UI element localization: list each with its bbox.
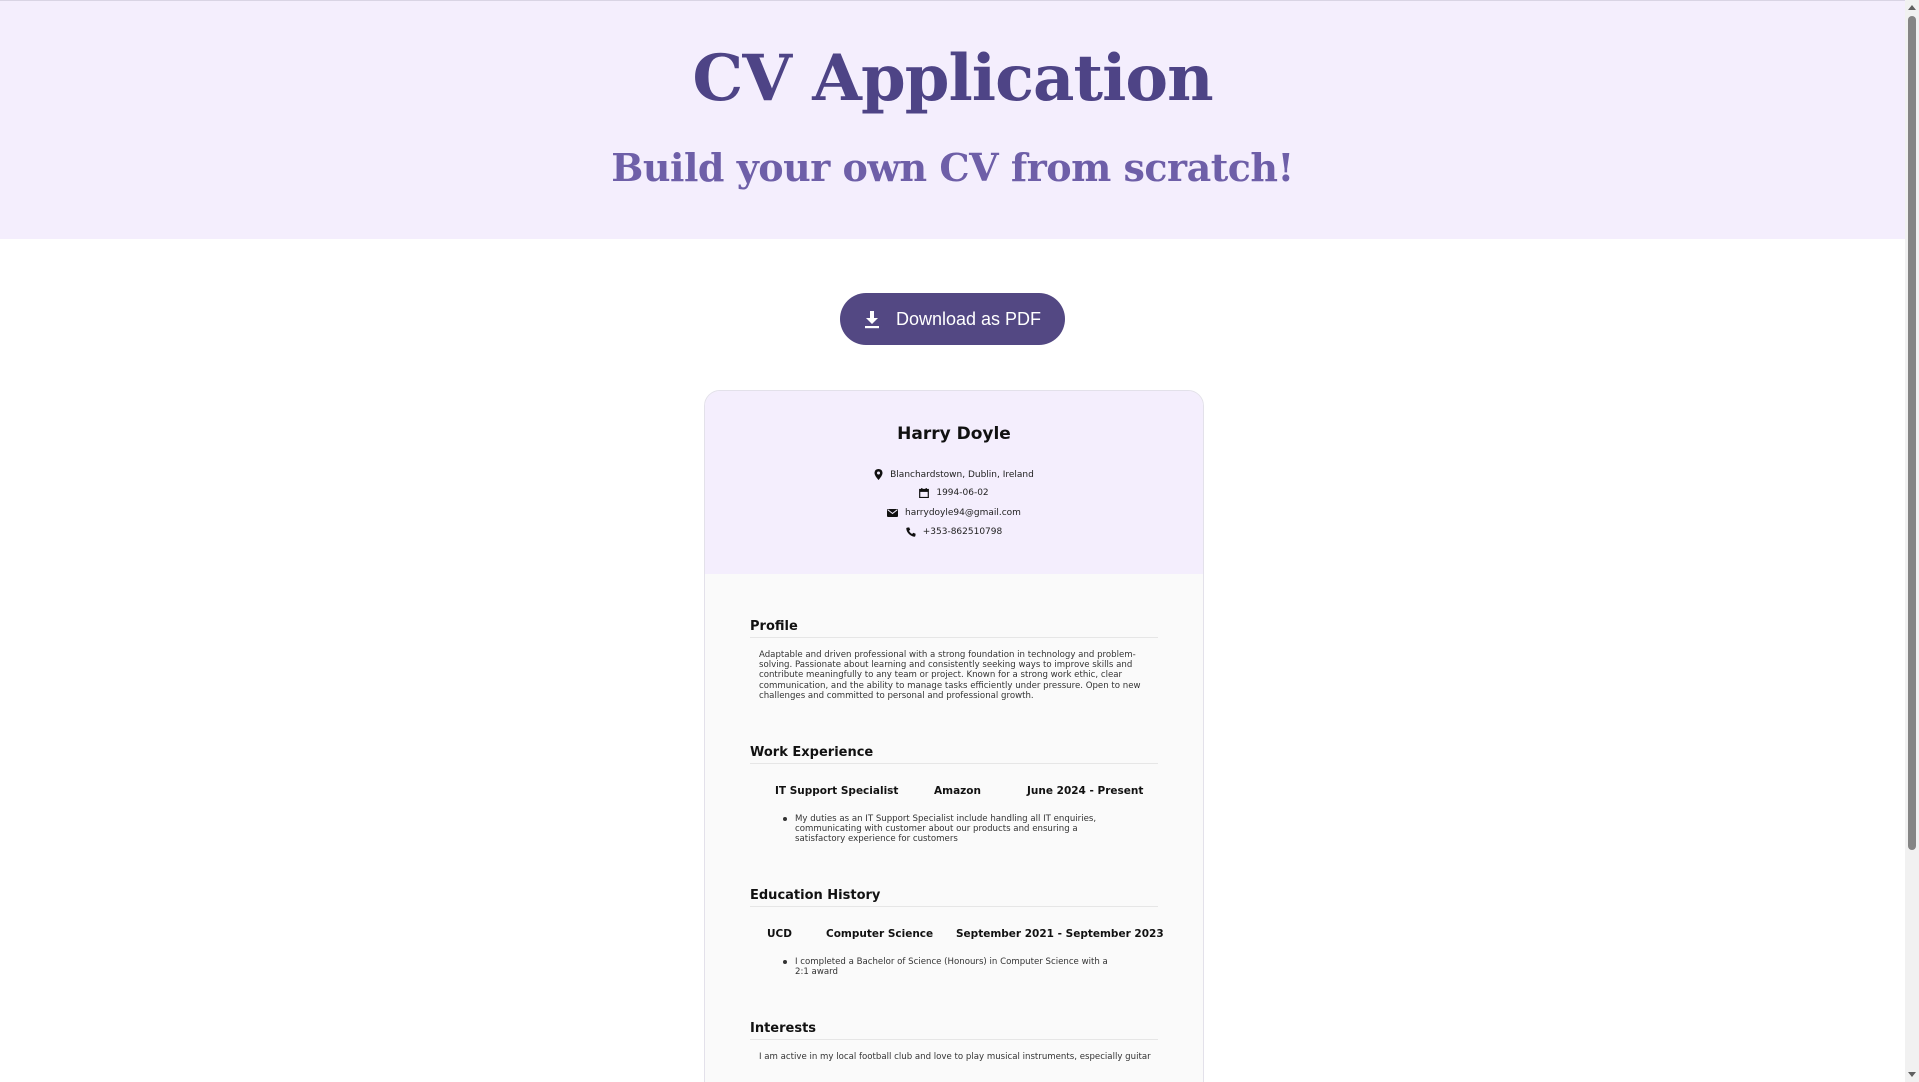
calendar-icon (919, 488, 930, 498)
cv-name: Harry Doyle (897, 424, 1011, 444)
list-item: My duties as an IT Support Specialist in… (783, 814, 1125, 845)
profile-text: Adaptable and driven professional with a… (759, 650, 1141, 701)
contact-location: Blanchardstown, Dublin, Ireland (705, 469, 1203, 480)
download-pdf-button[interactable]: Download as PDF (840, 293, 1065, 345)
location-text: Blanchardstown, Dublin, Ireland (890, 469, 1034, 480)
work-company: Amazon (934, 785, 981, 797)
download-pdf-label: Download as PDF (895, 308, 1042, 329)
education-course: Computer Science (826, 928, 934, 940)
page-subtitle: Build your own CV from scratch! (611, 145, 1294, 190)
scroll-up-arrow-icon[interactable] (1908, 5, 1916, 10)
cv-header: Harry Doyle Blanchardstown, Dublin, Irel… (705, 391, 1203, 574)
page-scrollbar[interactable] (1905, 0, 1919, 1082)
contact-phone: +353-862510798 (705, 527, 1203, 537)
work-role: IT Support Specialist (775, 785, 899, 797)
education-school: UCD (767, 928, 792, 940)
scrollbar-thumb[interactable] (1908, 16, 1916, 850)
education-section: Education History (750, 888, 1158, 907)
work-duties-list: My duties as an IT Support Specialist in… (783, 814, 1125, 845)
education-heading: Education History (750, 888, 1158, 907)
interests-section: Interests I am active in my local footba… (750, 1021, 1158, 1062)
list-item: I completed a Bachelor of Science (Honou… (783, 957, 1115, 977)
dob-text: 1994-06-02 (936, 488, 989, 498)
profile-section: Profile Adaptable and driven professiona… (750, 619, 1158, 701)
contact-dob: 1994-06-02 (705, 488, 1203, 498)
education-details-list: I completed a Bachelor of Science (Honou… (783, 957, 1115, 977)
education-dates: September 2021 - September 2023 (956, 928, 1164, 940)
email-text: harrydoyle94@gmail.com (905, 508, 1021, 518)
interests-heading: Interests (750, 1021, 1158, 1040)
work-experience-section: Work Experience (750, 745, 1158, 764)
page-title: CV Application (692, 41, 1213, 116)
email-icon (887, 509, 899, 517)
interests-text: I am active in my local football club an… (759, 1052, 1151, 1062)
profile-heading: Profile (750, 619, 1158, 638)
location-pin-icon (874, 469, 883, 480)
page: CV Application Build your own CV from sc… (0, 0, 1919, 1082)
phone-text: +353-862510798 (922, 527, 1003, 537)
scroll-down-arrow-icon[interactable] (1908, 1072, 1916, 1077)
download-icon (864, 310, 879, 328)
phone-icon (906, 527, 916, 537)
work-dates: June 2024 - Present (1027, 785, 1144, 797)
work-experience-heading: Work Experience (750, 745, 1158, 764)
hero-banner: CV Application Build your own CV from sc… (0, 0, 1905, 239)
cv-preview: Harry Doyle Blanchardstown, Dublin, Irel… (704, 390, 1204, 1082)
contact-email: harrydoyle94@gmail.com (705, 508, 1203, 518)
